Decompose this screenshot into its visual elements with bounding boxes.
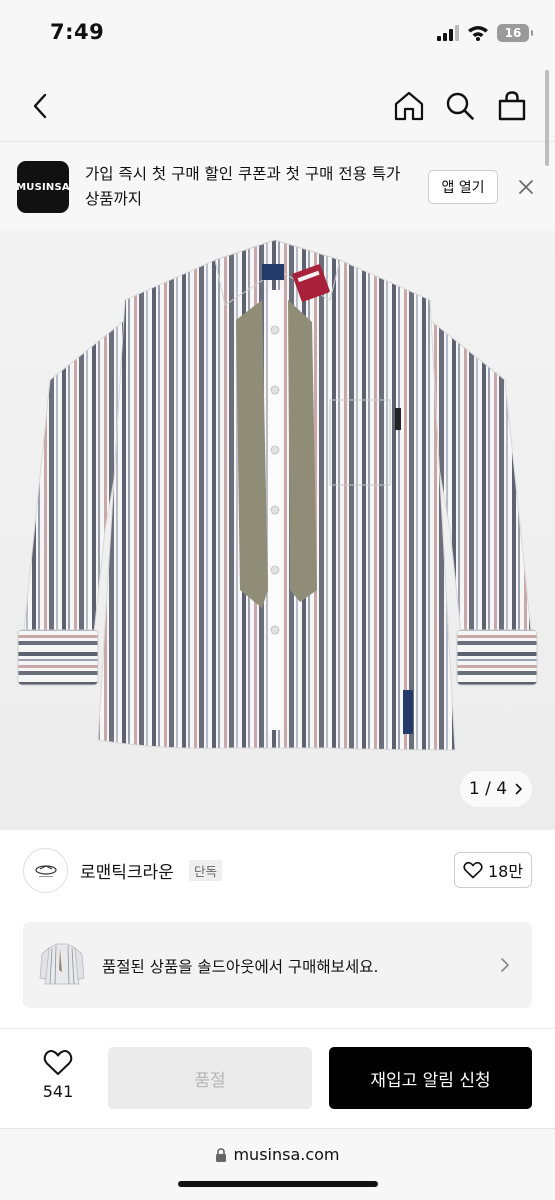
status-icons: 16 [437, 24, 533, 42]
brand-avatar[interactable] [23, 848, 68, 893]
address-bar[interactable]: musinsa.com [0, 1145, 555, 1164]
brand-like-button[interactable]: 18만 [454, 852, 532, 888]
chevron-right-icon [515, 783, 522, 795]
bottom-action-bar: 541 품절 재입고 알림 신청 [0, 1028, 555, 1128]
chevron-left-icon [33, 93, 47, 119]
wishlist-count: 541 [42, 1082, 74, 1101]
close-icon [519, 180, 533, 194]
soldout-message: 품절된 상품을 솔드아웃에서 구매해보세요. [102, 958, 379, 976]
brand-row: 로맨틱크라운 단독 18만 [0, 830, 555, 910]
brand-name[interactable]: 로맨틱크라운 [80, 858, 174, 883]
shirt-thumbnail-image [39, 940, 85, 990]
product-thumbnail [39, 940, 85, 990]
heart-icon [43, 1050, 73, 1075]
cellular-signal-icon [437, 25, 459, 41]
image-counter-text: 1 / 4 [468, 779, 508, 799]
image-counter[interactable]: 1 / 4 [460, 771, 532, 807]
home-indicator[interactable] [178, 1181, 378, 1187]
browser-url-bar: musinsa.com [0, 1128, 555, 1200]
soldout-button: 품절 [108, 1047, 312, 1109]
exclusive-badge: 단독 [189, 860, 223, 881]
back-button[interactable] [20, 86, 60, 126]
banner-message: 가입 즉시 첫 구매 할인 쿠폰과 첫 구매 전용 특가 상품까지 [85, 165, 401, 208]
battery-icon: 16 [497, 24, 533, 42]
soldout-link-card[interactable]: 품절된 상품을 솔드아웃에서 구매해보세요. [23, 922, 532, 1008]
brand-like-count: 18만 [487, 862, 524, 881]
cart-button[interactable] [492, 86, 532, 126]
status-time: 7:49 [50, 20, 105, 44]
wifi-icon [468, 26, 488, 41]
striped-shirt-image [17, 239, 538, 751]
banner-close-button[interactable] [514, 175, 538, 199]
app-install-banner: MUSINSA 가입 즉시 첫 구매 할인 쿠폰과 첫 구매 전용 특가 상품까… [0, 142, 555, 230]
restock-alert-button[interactable]: 재입고 알림 신청 [329, 1047, 532, 1109]
heart-icon [463, 861, 483, 879]
search-icon [446, 92, 474, 120]
url-text: musinsa.com [233, 1145, 340, 1164]
wishlist-button[interactable]: 541 [30, 1049, 86, 1107]
product-image[interactable]: 1 / 4 [0, 230, 555, 830]
open-app-button[interactable]: 앱 열기 [428, 170, 498, 204]
shopping-bag-icon [498, 91, 526, 121]
musinsa-logo: MUSINSA [16, 161, 70, 213]
soldout-chevron [495, 955, 515, 975]
nav-bar [0, 70, 555, 142]
scrollbar[interactable] [545, 70, 549, 166]
status-bar: 7:49 16 [0, 0, 555, 70]
home-button[interactable] [389, 86, 429, 126]
home-icon [394, 91, 424, 121]
brand-logo-icon [34, 864, 57, 877]
search-button[interactable] [440, 86, 480, 126]
lock-icon [216, 1147, 227, 1162]
chevron-right-icon [501, 958, 509, 972]
